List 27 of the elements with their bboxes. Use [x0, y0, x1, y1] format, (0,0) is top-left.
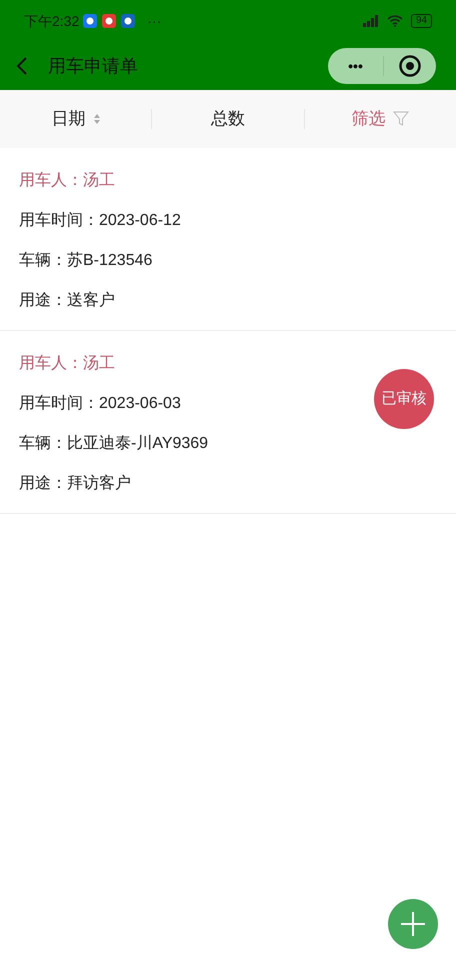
more-notifications: ··· — [147, 12, 162, 30]
applicant-text: 用车人：汤工 — [19, 354, 115, 374]
vehicle-text: 车辆：比亚迪泰-川AY9369 — [19, 434, 208, 454]
app-icon — [102, 14, 116, 28]
status-time: 下午2:32 — [24, 12, 80, 30]
page-title: 用车申请单 — [48, 54, 138, 78]
filter-tab[interactable]: 总数 — [210, 106, 245, 132]
date-text: 用车时间：2023-06-03 — [19, 394, 181, 414]
sort-icon — [94, 114, 100, 124]
status-badge: 已审核 — [374, 369, 434, 429]
add-button[interactable] — [388, 899, 438, 949]
date-text: 用车时间：2023-06-12 — [19, 210, 181, 231]
filter-tab[interactable]: 日期 — [52, 106, 86, 132]
filter-tab[interactable]: 筛选 — [351, 106, 386, 132]
purpose-text: 用途：拜访客户 — [19, 474, 131, 494]
battery-indicator: 94 — [410, 14, 432, 28]
app-icon — [83, 14, 98, 28]
more-button[interactable]: ••• — [328, 56, 383, 76]
app-icon — [121, 14, 136, 28]
purpose-text: 用途：送客户 — [19, 290, 115, 311]
back-icon[interactable] — [16, 56, 28, 76]
vehicle-text: 车辆：苏B-123546 — [19, 250, 152, 271]
wifi-icon — [386, 15, 403, 27]
funnel-icon — [393, 111, 410, 127]
signal-icon — [362, 15, 379, 27]
plus-icon — [400, 911, 426, 937]
applicant-text: 用车人：汤工 — [19, 170, 115, 191]
